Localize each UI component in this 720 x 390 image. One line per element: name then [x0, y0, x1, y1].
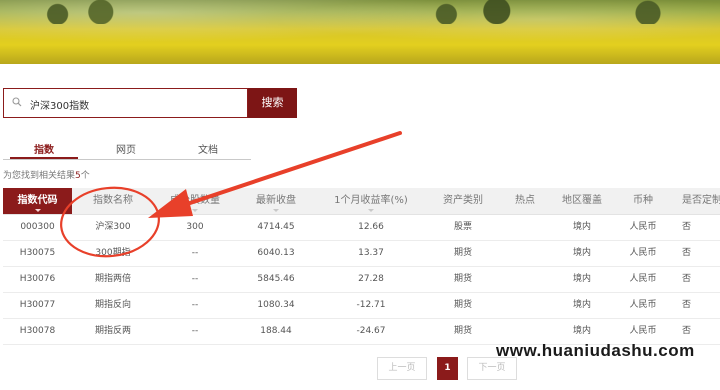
sort-caret-icon	[192, 209, 198, 212]
cell-hotspot	[500, 293, 550, 318]
search-icon	[12, 97, 22, 107]
col-currency-label: 币种	[633, 195, 653, 206]
col-asset-class-label: 资产类别	[443, 195, 483, 206]
cell-region: 境内	[572, 274, 591, 284]
cell-currency: 人民币	[629, 274, 657, 284]
cell-constituents: 300	[186, 222, 204, 232]
search-input[interactable]	[28, 94, 242, 114]
cell-index-code[interactable]: H30078	[3, 319, 72, 344]
table-header: 指数代码 指数名称 成分股数量 最新收盘 1个月收益率(%) 资产类别 热点 地…	[3, 188, 720, 215]
cell-constituents: --	[191, 300, 199, 310]
cell-1m-return: 13.37	[358, 248, 384, 258]
col-customized[interactable]: 是否定制	[672, 188, 720, 214]
result-prefix: 为您找到相关结果	[3, 171, 76, 181]
tab-active-underline	[10, 157, 78, 159]
col-index-code[interactable]: 指数代码	[3, 188, 72, 214]
cell-latest-close: 5845.46	[257, 274, 295, 284]
cell-index-name[interactable]: 期指反两	[72, 319, 154, 344]
col-1m-return[interactable]: 1个月收益率(%)	[316, 188, 426, 214]
cell-latest-close: 6040.13	[257, 248, 295, 258]
search-bar: 搜索	[3, 88, 297, 118]
cell-asset-class: 股票	[453, 222, 472, 232]
col-region[interactable]: 地区覆盖	[550, 188, 614, 214]
col-customized-label: 是否定制	[682, 195, 720, 206]
col-latest-close[interactable]: 最新收盘	[236, 188, 316, 214]
col-hotspot[interactable]: 热点	[500, 188, 550, 214]
table-row[interactable]: H30076 期指两倍 -- 5845.46 27.28 期货 境内 人民币 否	[3, 267, 720, 293]
cell-region: 境内	[572, 248, 591, 258]
banner-trees	[0, 0, 720, 24]
cell-1m-return: 27.28	[358, 274, 384, 284]
cell-asset-class: 期货	[453, 326, 472, 336]
index-table: 指数代码 指数名称 成分股数量 最新收盘 1个月收益率(%) 资产类别 热点 地…	[3, 188, 720, 345]
cell-constituents: --	[191, 274, 199, 284]
cell-1m-return: 12.66	[358, 222, 384, 232]
col-constituents[interactable]: 成分股数量	[154, 188, 236, 214]
cell-currency: 人民币	[629, 248, 657, 258]
table-row[interactable]: 000300 沪深300 300 4714.45 12.66 股票 境内 人民币…	[3, 215, 720, 241]
col-constituents-label: 成分股数量	[170, 195, 220, 206]
sort-caret-icon	[368, 209, 374, 212]
cell-index-name[interactable]: 沪深300	[72, 215, 154, 240]
result-tabs: 指数 网页 文档	[3, 142, 251, 160]
cell-index-name[interactable]: 300期指	[72, 241, 154, 266]
col-index-name-label: 指数名称	[93, 195, 133, 206]
col-latest-close-label: 最新收盘	[256, 195, 296, 206]
search-box	[3, 88, 248, 118]
cell-index-code[interactable]: H30077	[3, 293, 72, 318]
cell-customized: 否	[682, 300, 692, 310]
col-asset-class[interactable]: 资产类别	[426, 188, 500, 214]
page-number-button[interactable]: 1	[437, 357, 458, 380]
cell-1m-return: -12.71	[356, 300, 386, 310]
cell-region: 境内	[572, 222, 591, 232]
cell-asset-class: 期货	[453, 300, 472, 310]
tab-webpage[interactable]: 网页	[85, 142, 167, 159]
cell-latest-close: 4714.45	[257, 222, 295, 232]
tab-document[interactable]: 文档	[167, 142, 249, 159]
cell-latest-close: 188.44	[260, 326, 292, 336]
cell-hotspot	[500, 241, 550, 266]
cell-customized: 否	[682, 222, 692, 232]
cell-customized: 否	[682, 274, 692, 284]
result-suffix: 个	[80, 171, 90, 181]
cell-asset-class: 期货	[453, 274, 472, 284]
cell-constituents: --	[191, 248, 199, 258]
col-currency[interactable]: 币种	[614, 188, 672, 214]
cell-1m-return: -24.67	[356, 326, 386, 336]
banner-image	[0, 0, 720, 64]
cell-region: 境内	[572, 300, 591, 310]
table-row[interactable]: H30077 期指反向 -- 1080.34 -12.71 期货 境内 人民币 …	[3, 293, 720, 319]
result-summary: 为您找到相关结果5个	[3, 168, 90, 181]
col-hotspot-label: 热点	[515, 195, 535, 206]
cell-hotspot	[500, 267, 550, 292]
cell-asset-class: 期货	[453, 248, 472, 258]
cell-currency: 人民币	[629, 300, 657, 310]
prev-page-button[interactable]: 上一页	[377, 357, 427, 380]
cell-index-name[interactable]: 期指两倍	[72, 267, 154, 292]
col-1m-return-label: 1个月收益率(%)	[334, 195, 408, 206]
col-index-name[interactable]: 指数名称	[72, 188, 154, 214]
col-region-label: 地区覆盖	[562, 195, 602, 206]
table-row[interactable]: H30075 300期指 -- 6040.13 13.37 期货 境内 人民币 …	[3, 241, 720, 267]
cell-latest-close: 1080.34	[257, 300, 295, 310]
cell-index-code[interactable]: H30076	[3, 267, 72, 292]
cell-currency: 人民币	[629, 222, 657, 232]
col-index-code-label: 指数代码	[17, 195, 58, 206]
cell-index-code[interactable]: 000300	[3, 215, 72, 240]
cell-hotspot	[500, 215, 550, 240]
cell-index-code[interactable]: H30075	[3, 241, 72, 266]
sort-caret-icon	[273, 209, 279, 212]
watermark: www.huaniudashu.com	[496, 341, 695, 360]
sort-caret-icon	[34, 209, 41, 212]
cell-customized: 否	[682, 248, 692, 258]
search-button[interactable]: 搜索	[248, 88, 297, 118]
cell-index-name[interactable]: 期指反向	[72, 293, 154, 318]
cell-constituents: --	[191, 326, 199, 336]
